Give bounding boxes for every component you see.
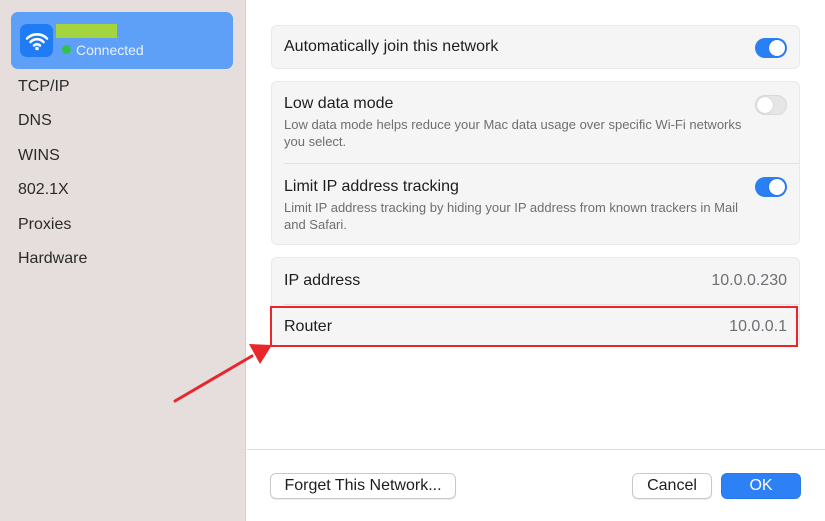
ok-button[interactable]: OK — [721, 473, 801, 499]
auto-join-label: Automatically join this network — [284, 38, 499, 55]
sidebar-item-hardware[interactable]: Hardware — [18, 250, 87, 268]
limit-ip-toggle[interactable] — [755, 177, 787, 197]
wifi-icon — [20, 24, 53, 57]
sidebar-item-dns[interactable]: DNS — [18, 112, 52, 130]
sidebar-item-proxies[interactable]: Proxies — [18, 216, 71, 234]
network-card[interactable]: Connected — [11, 12, 233, 69]
cancel-button[interactable]: Cancel — [632, 473, 712, 499]
privacy-group: Low data mode Low data mode helps reduce… — [271, 81, 800, 245]
auto-join-group: Automatically join this network — [271, 25, 800, 69]
low-data-label: Low data mode — [284, 95, 394, 112]
connected-status-dot — [62, 45, 71, 54]
connection-status: Connected — [76, 42, 144, 58]
router-highlight-box — [270, 306, 798, 347]
low-data-toggle[interactable] — [755, 95, 787, 115]
sidebar-item-wins[interactable]: WINS — [18, 147, 60, 165]
limit-ip-label: Limit IP address tracking — [284, 178, 459, 195]
forget-network-button[interactable]: Forget This Network... — [270, 473, 456, 499]
limit-ip-description: Limit IP address tracking by hiding your… — [284, 200, 738, 232]
auto-join-toggle[interactable] — [755, 38, 787, 58]
low-data-description: Low data mode helps reduce your Mac data… — [284, 117, 742, 149]
network-name-redacted — [56, 24, 117, 38]
divider — [284, 163, 799, 164]
sidebar: Connected TCP/IP DNS WINS 802.1X Proxies… — [0, 0, 246, 521]
toggle-knob — [769, 40, 785, 56]
divider — [284, 304, 799, 305]
toggle-knob — [757, 97, 773, 113]
ip-address-value: 10.0.0.230 — [711, 272, 787, 289]
toggle-knob — [769, 179, 785, 195]
sidebar-item-tcpip[interactable]: TCP/IP — [18, 78, 70, 96]
ip-address-label: IP address — [284, 272, 361, 289]
footer-divider — [247, 449, 825, 450]
sidebar-item-8021x[interactable]: 802.1X — [18, 181, 69, 199]
